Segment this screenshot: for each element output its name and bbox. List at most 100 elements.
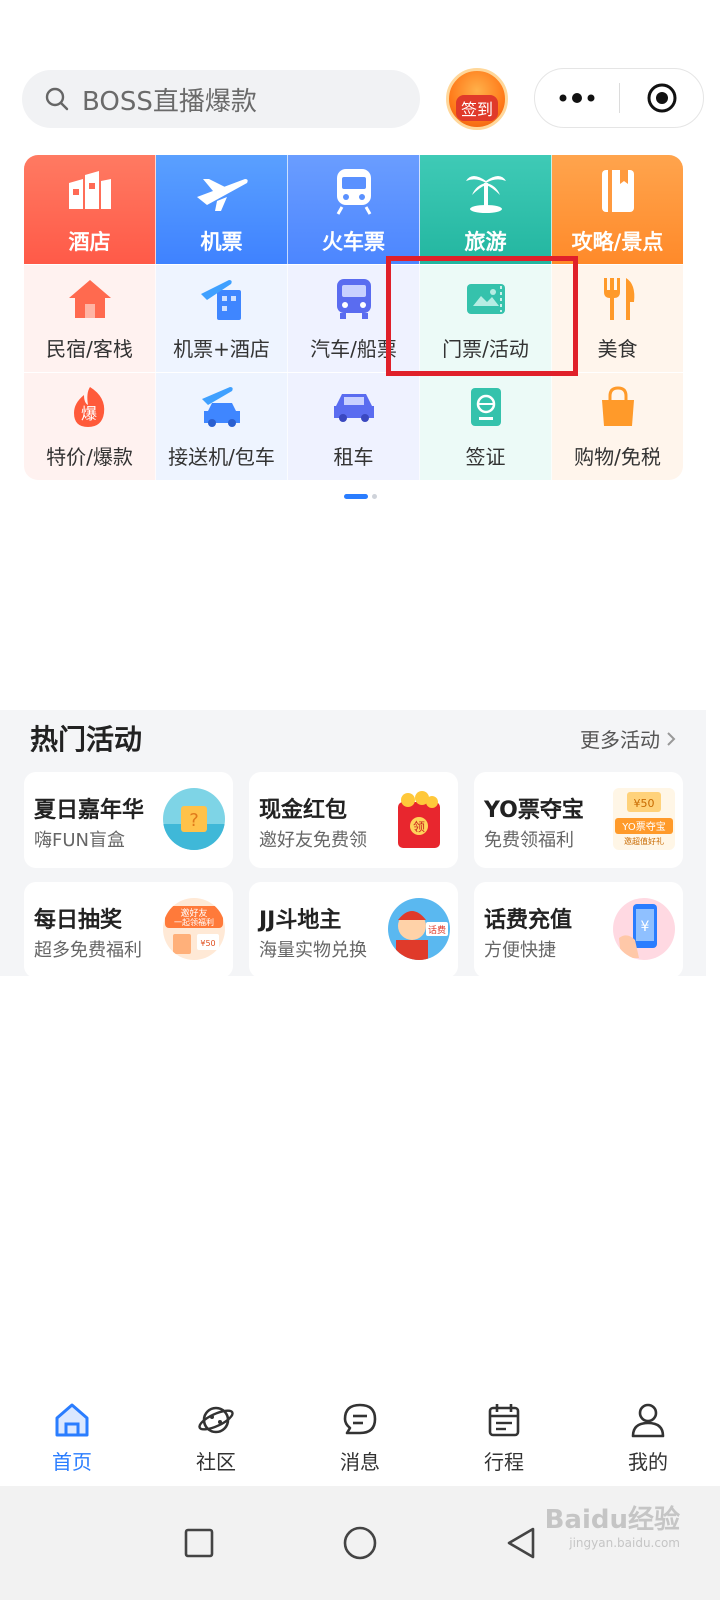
tab-label: 首页 [52, 1450, 92, 1474]
tab-messages[interactable]: 消息 [288, 1390, 432, 1486]
tab-label: 消息 [340, 1450, 380, 1474]
train-icon [327, 164, 381, 218]
tab-itinerary[interactable]: 行程 [432, 1390, 576, 1486]
top-bar: BOSS直播爆款 签到 [22, 68, 704, 130]
svg-text:¥: ¥ [641, 919, 650, 935]
activity-card-cash-redpacket[interactable]: 现金红包 邀好友免费领 领 [249, 772, 458, 868]
card-subtitle: 方便快捷 [484, 940, 556, 961]
service-label: 美食 [597, 337, 638, 361]
tab-community[interactable]: 社区 [144, 1390, 288, 1486]
tab-home[interactable]: 首页 [0, 1390, 144, 1486]
page-dot-active [343, 494, 368, 499]
more-dots-icon [559, 93, 595, 103]
page-dot [371, 494, 377, 499]
plane-car-icon [198, 383, 246, 431]
plane-hotel-icon [198, 275, 246, 323]
bottom-tab-bar: 首页 社区 消息 行程 我的 [0, 1390, 720, 1486]
checkin-button[interactable]: 签到 [446, 68, 508, 130]
target-close-icon [647, 83, 676, 113]
miniprogram-capsule [534, 68, 704, 128]
service-guide[interactable]: 攻略/景点 [552, 155, 683, 264]
more-activities-link[interactable]: 更多活动 [580, 724, 676, 753]
activity-card-daily-lottery[interactable]: 每日抽奖 超多免费福利 邀好友 一起领福利 ¥50 [24, 882, 233, 978]
svg-text:?: ? [189, 810, 199, 831]
checkin-label: 签到 [455, 95, 498, 121]
close-miniprogram-button[interactable] [620, 82, 703, 114]
more-activities-label: 更多活动 [580, 728, 660, 752]
svg-text:¥50: ¥50 [634, 797, 655, 810]
home-icon [55, 1403, 89, 1437]
palm-tree-icon [459, 164, 513, 218]
car-icon [330, 383, 378, 431]
card-subtitle: 嗨FUN盲盒 [34, 830, 125, 851]
recents-square-icon[interactable] [183, 1527, 215, 1559]
service-label: 汽车/船票 [310, 337, 397, 361]
service-label: 机票 [200, 229, 243, 254]
service-row-3: 领爆 特价/爆款 接送机/包车 租车 签证 购物/免税 [24, 372, 683, 480]
search-placeholder: BOSS直播爆款 [82, 86, 257, 117]
flame-deal-icon: 领爆 [66, 383, 114, 431]
card-title: 每日抽奖 [34, 908, 123, 933]
highlight-box [386, 256, 578, 376]
service-row-main: 酒店 机票 火车票 旅游 攻略/景点 [24, 155, 683, 264]
service-label: 旅游 [464, 229, 507, 254]
service-airport-transfer[interactable]: 接送机/包车 [156, 373, 288, 480]
service-label: 租车 [333, 445, 374, 469]
house-icon [66, 275, 114, 323]
activity-card-summer-carnival[interactable]: 夏日嘉年华 嗨FUN盲盒 ? [24, 772, 233, 868]
watermark-url: jingyan.baidu.com [569, 1536, 680, 1550]
service-label: 接送机/包车 [168, 445, 275, 469]
chat-icon [343, 1403, 377, 1435]
svg-text:领: 领 [413, 820, 425, 834]
svg-text:¥50: ¥50 [200, 939, 215, 948]
svg-text:一起领福利: 一起领福利 [174, 917, 214, 927]
service-shopping[interactable]: 购物/免税 [552, 373, 683, 480]
home-circle-icon[interactable] [342, 1525, 378, 1561]
treasure-coupon-icon: ¥50 YO票夺宝邀超值好礼 [613, 788, 675, 850]
plane-icon [195, 164, 249, 218]
watermark-brand: Baidu经验 [544, 1505, 680, 1535]
service-visa[interactable]: 签证 [420, 373, 552, 480]
card-subtitle: 海量实物兑换 [259, 940, 367, 961]
shopping-bag-icon [594, 383, 642, 431]
service-train[interactable]: 火车票 [288, 155, 420, 264]
service-label: 购物/免税 [574, 445, 661, 469]
svg-text:YO票夺宝: YO票夺宝 [621, 820, 665, 833]
service-label: 机票+酒店 [173, 337, 270, 361]
service-label: 签证 [465, 445, 506, 469]
service-flight-hotel[interactable]: 机票+酒店 [156, 265, 288, 372]
page-indicator [0, 494, 720, 499]
section-title: 热门活动 [30, 723, 143, 756]
service-homestay[interactable]: 民宿/客栈 [24, 265, 156, 372]
search-icon [45, 87, 69, 111]
activity-card-jj-doudizhu[interactable]: JJ斗地主 海量实物兑换 话费 [249, 882, 458, 978]
service-flight[interactable]: 机票 [156, 155, 288, 264]
guidebook-icon [591, 164, 645, 218]
card-subtitle: 邀好友免费领 [259, 830, 367, 851]
tab-profile[interactable]: 我的 [576, 1390, 720, 1486]
service-car-rental[interactable]: 租车 [288, 373, 420, 480]
activity-card-yo-ticket[interactable]: YO票夺宝 免费领福利 ¥50 YO票夺宝邀超值好礼 [474, 772, 683, 868]
more-menu-button[interactable] [535, 92, 619, 104]
service-travel[interactable]: 旅游 [420, 155, 552, 264]
activity-card-phone-recharge[interactable]: 话费充值 方便快捷 ¥ [474, 882, 683, 978]
activity-cards: 夏日嘉年华 嗨FUN盲盒 ? 现金红包 邀好友免费领 领 YO票夺宝 免费领福利… [24, 772, 683, 978]
service-row-2: 民宿/客栈 机票+酒店 汽车/船票 门票/活动 美食 [24, 264, 683, 372]
search-bar[interactable]: BOSS直播爆款 [22, 70, 420, 128]
bus-icon [330, 275, 378, 323]
service-label: 火车票 [322, 229, 385, 254]
card-subtitle: 免费领福利 [484, 830, 574, 851]
card-title: 现金红包 [259, 798, 348, 823]
service-hotel[interactable]: 酒店 [24, 155, 156, 264]
svg-text:邀超值好礼: 邀超值好礼 [624, 836, 664, 846]
lottery-invite-icon: 邀好友 一起领福利 ¥50 [163, 898, 225, 960]
blind-box-icon: ? [163, 788, 225, 850]
planet-icon [198, 1406, 234, 1434]
chevron-right-icon [667, 731, 676, 746]
user-icon [631, 1403, 665, 1438]
back-triangle-icon[interactable] [505, 1526, 537, 1560]
svg-text:爆: 爆 [80, 404, 96, 423]
service-deals[interactable]: 领爆 特价/爆款 [24, 373, 156, 480]
fork-knife-icon [594, 275, 642, 323]
card-title: 夏日嘉年华 [34, 798, 145, 823]
